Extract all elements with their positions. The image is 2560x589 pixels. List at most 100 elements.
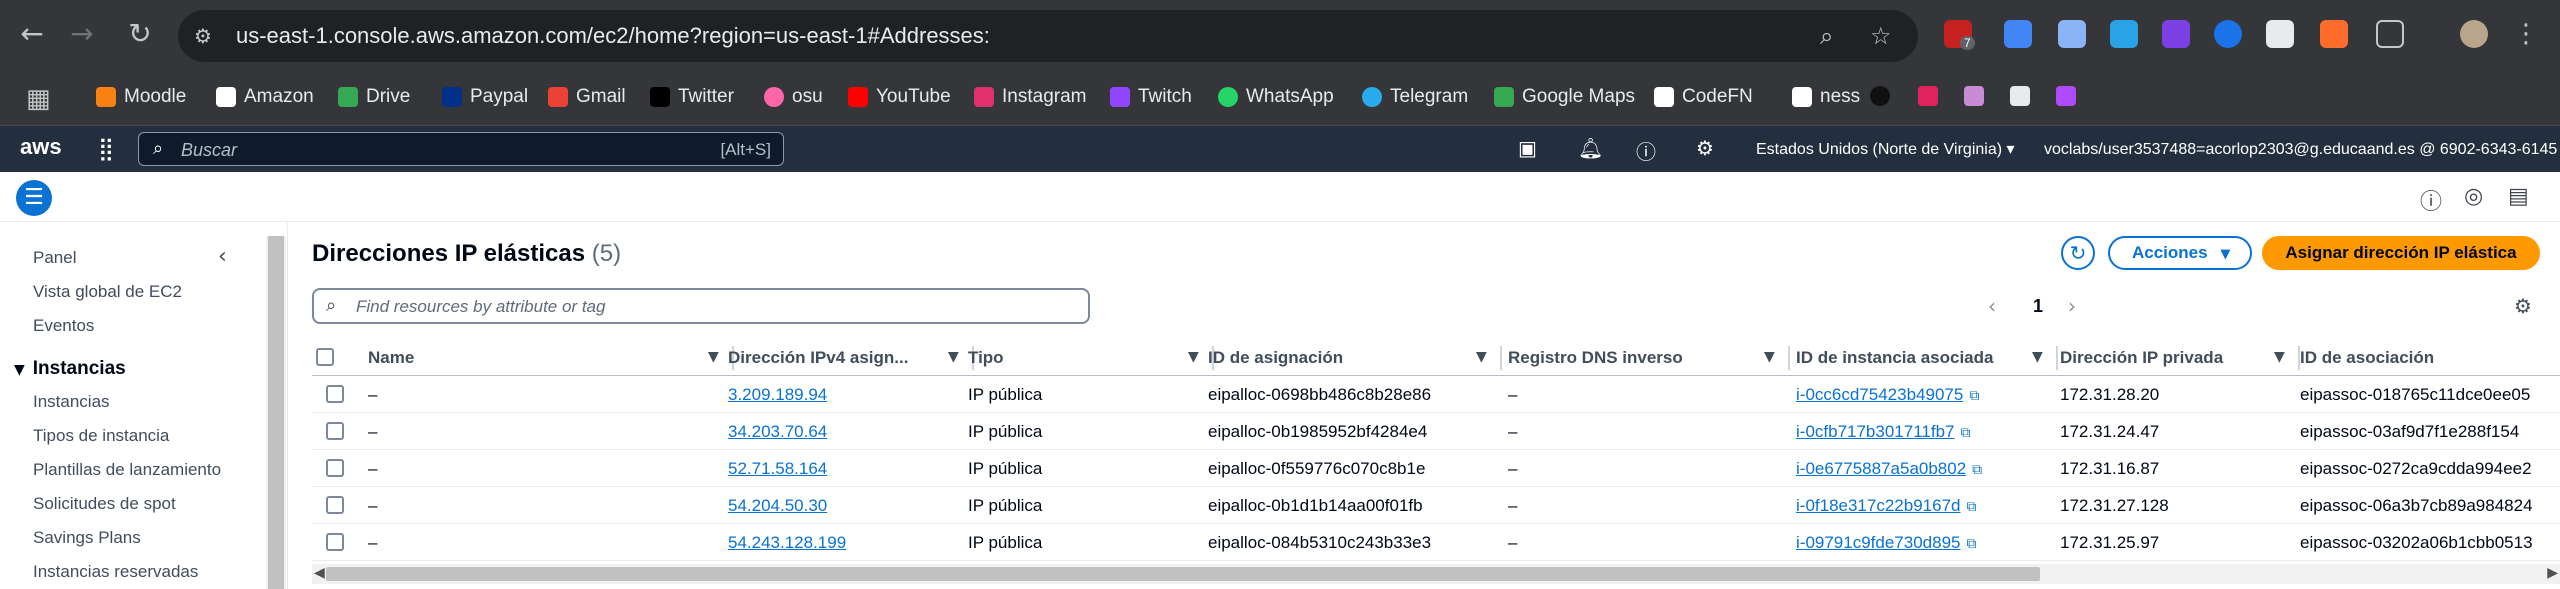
bookmark-google-maps[interactable]: Google Maps xyxy=(1494,86,1635,108)
sidebar-item-savings-plans[interactable]: Savings Plans xyxy=(33,528,141,548)
bookmark-moodle[interactable]: Moodle xyxy=(96,86,186,108)
notifications-bell-icon[interactable]: 🔔︎ xyxy=(1578,136,1603,160)
cell-instance[interactable]: i-0f18e317c22b9167d ⧉ xyxy=(1796,496,1976,516)
table-row[interactable]: – 52.71.58.164 IP pública eipalloc-0f559… xyxy=(312,450,2560,487)
sidebar-item-instancias-reservadas[interactable]: Instancias reservadas xyxy=(33,562,198,582)
sidebar-item-plantillas[interactable]: Plantillas de lanzamiento xyxy=(33,460,221,480)
extensions-puzzle-icon[interactable] xyxy=(2376,20,2404,48)
bookmark-paypal[interactable]: Paypal xyxy=(442,86,528,108)
forward-arrow-icon[interactable]: → xyxy=(66,18,98,50)
zoom-icon[interactable]: ⌕ xyxy=(1820,22,1833,50)
select-all-checkbox[interactable] xyxy=(316,348,334,366)
col-tipo[interactable]: Tipo xyxy=(968,348,1004,368)
table-row[interactable]: – 54.243.128.199 IP pública eipalloc-084… xyxy=(312,524,2560,561)
cell-instance[interactable]: i-0cfb717b301711fb7 ⧉ xyxy=(1796,422,1971,442)
column-divider[interactable] xyxy=(1500,346,1502,370)
bookmark-amazon[interactable]: Amazon xyxy=(216,86,314,108)
row-checkbox[interactable] xyxy=(326,422,344,440)
bookmark-whatsapp[interactable]: WhatsApp xyxy=(1218,86,1334,108)
bookmark-ness[interactable]: ness xyxy=(1792,86,1860,108)
apps-grid-icon[interactable]: ▦ xyxy=(26,84,51,114)
bookmark-gmail[interactable]: Gmail xyxy=(548,86,626,108)
feedback-icon[interactable]: ◎ xyxy=(2464,184,2483,209)
row-checkbox[interactable] xyxy=(326,533,344,551)
cell-ip-link[interactable]: 54.204.50.30 xyxy=(728,496,827,516)
sidebar-item-vista-global[interactable]: Vista global de EC2 xyxy=(33,282,182,302)
bookmark-extra[interactable] xyxy=(2056,86,2076,106)
instance-link[interactable]: i-09791c9fde730d895 xyxy=(1796,533,1960,552)
sidebar-scroll-thumb[interactable] xyxy=(268,236,284,589)
instance-link[interactable]: i-0f18e317c22b9167d xyxy=(1796,496,1960,515)
bookmark-twitch[interactable]: Twitch xyxy=(1110,86,1192,108)
help-icon[interactable]: ⓘ xyxy=(1636,136,1656,165)
refresh-button[interactable]: ↻ xyxy=(2061,236,2095,270)
sidebar-item-eventos[interactable]: Eventos xyxy=(33,316,94,336)
bookmark-youtube[interactable]: YouTube xyxy=(848,86,951,108)
bookmark-star-icon[interactable]: ☆ xyxy=(1870,22,1892,50)
cell-instance[interactable]: i-0cc6cd75423b49075 ⧉ xyxy=(1796,385,1979,405)
sidebar-item-panel[interactable]: Panel xyxy=(33,248,76,268)
sort-icon[interactable]: ▼ xyxy=(2274,349,2285,365)
table-row[interactable]: – 54.204.50.30 IP pública eipalloc-0b1d1… xyxy=(312,487,2560,524)
prev-page-icon[interactable]: ‹ xyxy=(1988,294,1996,318)
aws-logo[interactable]: aws xyxy=(20,134,62,160)
extension-icon[interactable] xyxy=(2266,20,2294,48)
cell-instance[interactable]: i-09791c9fde730d895 ⧉ xyxy=(1796,533,1976,553)
row-checkbox[interactable] xyxy=(326,459,344,477)
collapse-sidebar-icon[interactable]: ‹ xyxy=(218,244,227,269)
cell-instance[interactable]: i-0e6775887a5a0b802 ⧉ xyxy=(1796,459,1982,479)
column-divider[interactable] xyxy=(2056,346,2058,370)
extension-icon[interactable] xyxy=(2214,20,2242,48)
menu-hamburger-icon[interactable]: ☰ xyxy=(16,180,52,216)
preferences-gear-icon[interactable]: ⚙ xyxy=(2514,294,2532,318)
services-grid-icon[interactable]: ⣿ xyxy=(98,138,120,160)
account-menu[interactable]: voclabs/user3537488=acorlop2303@g.educaa… xyxy=(2044,139,2560,159)
table-row[interactable]: – 34.203.70.64 IP pública eipalloc-0b198… xyxy=(312,413,2560,450)
profile-avatar[interactable] xyxy=(2460,20,2488,48)
extension-icon[interactable] xyxy=(2110,20,2138,48)
row-checkbox[interactable] xyxy=(326,385,344,403)
instance-link[interactable]: i-0cfb717b301711fb7 xyxy=(1796,422,1955,441)
panel-icon[interactable]: ▤ xyxy=(2508,184,2529,209)
sidebar-item-solicitudes-spot[interactable]: Solicitudes de spot xyxy=(33,494,176,514)
sort-icon[interactable]: ▼ xyxy=(948,349,959,365)
sidebar-item-instancias[interactable]: Instancias xyxy=(33,392,110,412)
horizontal-scroll-thumb[interactable] xyxy=(326,567,2040,581)
bookmark-extra[interactable] xyxy=(2010,86,2030,106)
next-page-icon[interactable]: › xyxy=(2068,294,2076,318)
bookmark-extra[interactable] xyxy=(1870,86,1890,106)
bookmark-telegram[interactable]: Telegram xyxy=(1362,86,1468,108)
allocate-eip-button[interactable]: Asignar dirección IP elástica xyxy=(2262,236,2540,270)
info-icon[interactable]: ⓘ xyxy=(2420,184,2442,216)
sort-icon[interactable]: ▼ xyxy=(708,349,719,365)
extension-icon[interactable] xyxy=(2320,20,2348,48)
bookmark-instagram[interactable]: Instagram xyxy=(974,86,1086,108)
tab-manager-extension-icon[interactable] xyxy=(2058,20,2086,48)
settings-gear-icon[interactable]: ⚙ xyxy=(1696,136,1714,160)
col-name[interactable]: Name xyxy=(368,348,414,368)
col-dns-inverso[interactable]: Registro DNS inverso xyxy=(1508,348,1683,368)
col-ip-privada[interactable]: Dirección IP privada xyxy=(2060,348,2223,368)
chrome-menu-icon[interactable]: ⋮ xyxy=(2510,18,2542,50)
address-bar[interactable]: ⚙ us-east-1.console.aws.amazon.com/ec2/h… xyxy=(178,10,1918,62)
page-number[interactable]: 1 xyxy=(2033,296,2043,317)
aws-search-input[interactable]: ⌕ Buscar [Alt+S] xyxy=(138,132,784,166)
table-row[interactable]: – 3.209.189.94 IP pública eipalloc-0698b… xyxy=(312,376,2560,413)
cell-ip-link[interactable]: 54.243.128.199 xyxy=(728,533,846,553)
row-checkbox[interactable] xyxy=(326,496,344,514)
reload-icon[interactable]: ↻ xyxy=(124,18,156,50)
bookmark-extra[interactable] xyxy=(1918,86,1938,106)
translate-extension-icon[interactable] xyxy=(2004,20,2032,48)
sidebar-item-tipos-instancia[interactable]: Tipos de instancia xyxy=(33,426,169,446)
filter-input[interactable]: ⌕ Find resources by attribute or tag xyxy=(312,288,1090,324)
extension-icon[interactable] xyxy=(2162,20,2190,48)
sort-icon[interactable]: ▼ xyxy=(1188,349,1199,365)
cell-ip-link[interactable]: 34.203.70.64 xyxy=(728,422,827,442)
back-arrow-icon[interactable]: ← xyxy=(16,18,48,50)
sidebar-scrollbar[interactable] xyxy=(266,236,286,589)
bookmark-codefn[interactable]: CodeFN xyxy=(1654,86,1753,108)
col-id-asociacion[interactable]: ID de asociación xyxy=(2300,348,2434,368)
sort-icon[interactable]: ▼ xyxy=(1764,349,1775,365)
instance-link[interactable]: i-0cc6cd75423b49075 xyxy=(1796,385,1963,404)
cloudshell-icon[interactable]: ▣ xyxy=(1518,136,1537,160)
